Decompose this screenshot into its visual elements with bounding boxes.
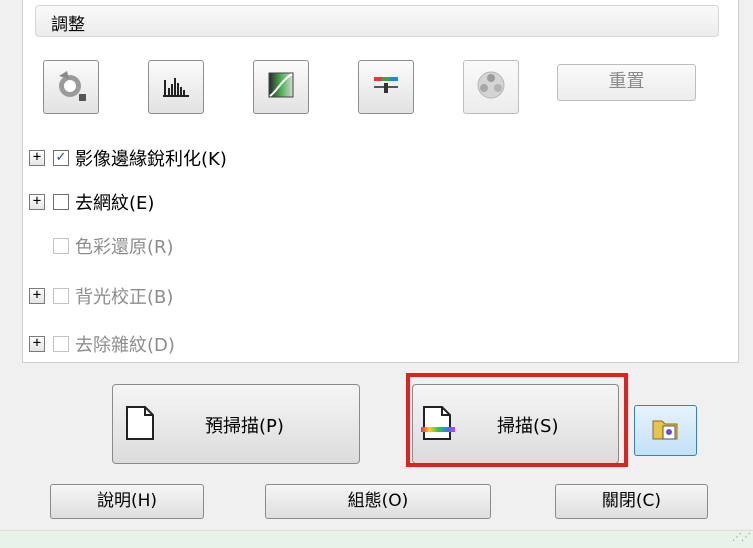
auto-exposure-button[interactable] xyxy=(43,60,99,114)
color-palette-icon xyxy=(475,69,507,105)
option-descreening[interactable]: + 去網紋(E) xyxy=(29,190,154,214)
option-dust-removal[interactable]: + 去除雜紋(D) xyxy=(29,332,175,356)
option-backlight-correction[interactable]: + 背光校正(B) xyxy=(29,284,173,308)
status-bar: ⋰⋰ xyxy=(0,530,753,548)
option-color-restoration[interactable]: 色彩還原(R) xyxy=(29,234,174,258)
help-button[interactable]: 說明(H) xyxy=(50,484,204,519)
adjustments-panel: 調整 重置 + ✓ 影像邊緣銳利化(K) + 去網紋(E) 色彩還原(R) + … xyxy=(22,0,739,363)
adjustments-header[interactable]: 調整 xyxy=(35,5,719,37)
close-button[interactable]: 關閉(C) xyxy=(555,484,708,519)
checkbox-descreening[interactable] xyxy=(53,194,69,210)
preview-button[interactable]: 預掃描(P) xyxy=(112,384,360,464)
document-icon xyxy=(125,405,155,446)
checkbox-backlight-correction[interactable] xyxy=(53,288,69,304)
option-label: 去除雜紋(D) xyxy=(75,335,175,356)
color-balance-button[interactable] xyxy=(358,60,414,114)
expand-icon[interactable]: + xyxy=(29,150,45,166)
color-balance-icon xyxy=(371,73,401,101)
histogram-icon xyxy=(161,72,191,102)
option-label: 影像邊緣銳利化(K) xyxy=(75,149,227,170)
tone-curve-icon xyxy=(267,71,295,103)
tone-curve-button[interactable] xyxy=(253,60,309,114)
option-label: 背光校正(B) xyxy=(75,287,174,308)
auto-exposure-icon xyxy=(53,67,89,107)
reset-button[interactable]: 重置 xyxy=(557,64,696,101)
option-unsharp-mask[interactable]: + ✓ 影像邊緣銳利化(K) xyxy=(29,146,227,170)
file-save-settings-button[interactable] xyxy=(634,405,697,456)
checkbox-color-restoration[interactable] xyxy=(53,238,69,254)
expand-icon[interactable]: + xyxy=(29,336,45,352)
scan-highlight-frame xyxy=(406,373,628,467)
option-label: 去網紋(E) xyxy=(75,193,155,214)
configuration-button[interactable]: 組態(O) xyxy=(265,484,491,519)
checkbox-unsharp-mask[interactable]: ✓ xyxy=(53,150,69,166)
checkbox-dust-removal[interactable] xyxy=(53,336,69,352)
expand-icon[interactable]: + xyxy=(29,288,45,304)
histogram-button[interactable] xyxy=(148,60,204,114)
preview-label: 預掃描(P) xyxy=(205,416,284,437)
option-label: 色彩還原(R) xyxy=(75,237,174,258)
color-palette-button[interactable] xyxy=(463,60,519,114)
expand-icon[interactable]: + xyxy=(29,194,45,210)
resize-grip-icon[interactable]: ⋰⋰ xyxy=(732,532,751,543)
file-save-settings-icon xyxy=(651,415,681,447)
adjustments-title: 調整 xyxy=(51,15,85,35)
